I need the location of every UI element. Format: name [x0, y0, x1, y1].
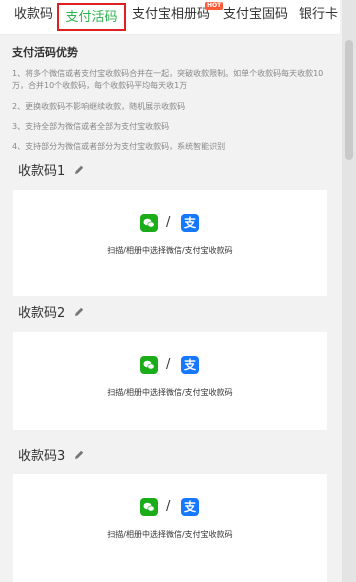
tab-alipay-album-code[interactable]: 支付宝相册码	[132, 0, 210, 34]
tab-live-payment-code[interactable]: 支付活码	[57, 3, 126, 31]
hot-badge: HOT	[205, 2, 224, 10]
pencil-icon[interactable]	[73, 449, 85, 461]
card-icons: / 支	[13, 356, 327, 378]
advantages-title: 支付活码优势	[12, 46, 78, 59]
card-icons: / 支	[13, 214, 327, 236]
qr-upload-card-3[interactable]: / 支 扫描/相册中选择微信/支付宝收款码	[13, 474, 327, 582]
tab-alipay-fixed-code[interactable]: 支付宝固码	[223, 0, 288, 34]
card-caption: 扫描/相册中选择微信/支付宝收款码	[107, 388, 233, 397]
code-label-1: 收款码1	[18, 160, 85, 179]
tab-bank-card[interactable]: 银行卡	[299, 0, 338, 34]
alipay-icon: 支	[181, 498, 199, 516]
scrollbar[interactable]	[342, 0, 356, 582]
card-icons: / 支	[13, 498, 327, 520]
pencil-icon[interactable]	[73, 306, 85, 318]
separator: /	[166, 215, 171, 230]
code-label-2: 收款码2	[18, 302, 85, 321]
code-label-text: 收款码3	[18, 449, 66, 464]
code-label-text: 收款码2	[18, 306, 66, 321]
pencil-icon[interactable]	[73, 164, 85, 176]
card-caption: 扫描/相册中选择微信/支付宝收款码	[107, 246, 233, 255]
advantage-item: 1、将多个微信或者支付宝收款码合并在一起，突破收款限制。如单个收款码每天收款10…	[12, 69, 324, 90]
code-label-text: 收款码1	[18, 164, 66, 179]
wechat-icon	[140, 356, 158, 374]
tab-bar: 收款码 支付活码 支付宝相册码 HOT 支付宝固码 银行卡	[0, 0, 340, 35]
alipay-icon: 支	[181, 356, 199, 374]
advantage-item: 2、更换收款码不影响继续收款，随机展示收款码	[12, 102, 186, 111]
card-caption: 扫描/相册中选择微信/支付宝收款码	[107, 530, 233, 539]
advantage-item: 3、支持全部为微信或者全部为支付宝收款码	[12, 122, 170, 131]
wechat-icon	[140, 498, 158, 516]
qr-upload-card-1[interactable]: / 支 扫描/相册中选择微信/支付宝收款码	[13, 190, 327, 296]
alipay-icon: 支	[181, 214, 199, 232]
tab-payment-code[interactable]: 收款码	[14, 0, 53, 34]
qr-upload-card-2[interactable]: / 支 扫描/相册中选择微信/支付宝收款码	[13, 332, 327, 430]
wechat-icon	[140, 214, 158, 232]
scroll-thumb[interactable]	[345, 40, 353, 160]
separator: /	[166, 357, 171, 372]
code-label-3: 收款码3	[18, 445, 85, 464]
advantage-item: 4、支持部分为微信或者部分为支付宝收款码，系统智能识别	[12, 142, 226, 151]
separator: /	[166, 499, 171, 514]
